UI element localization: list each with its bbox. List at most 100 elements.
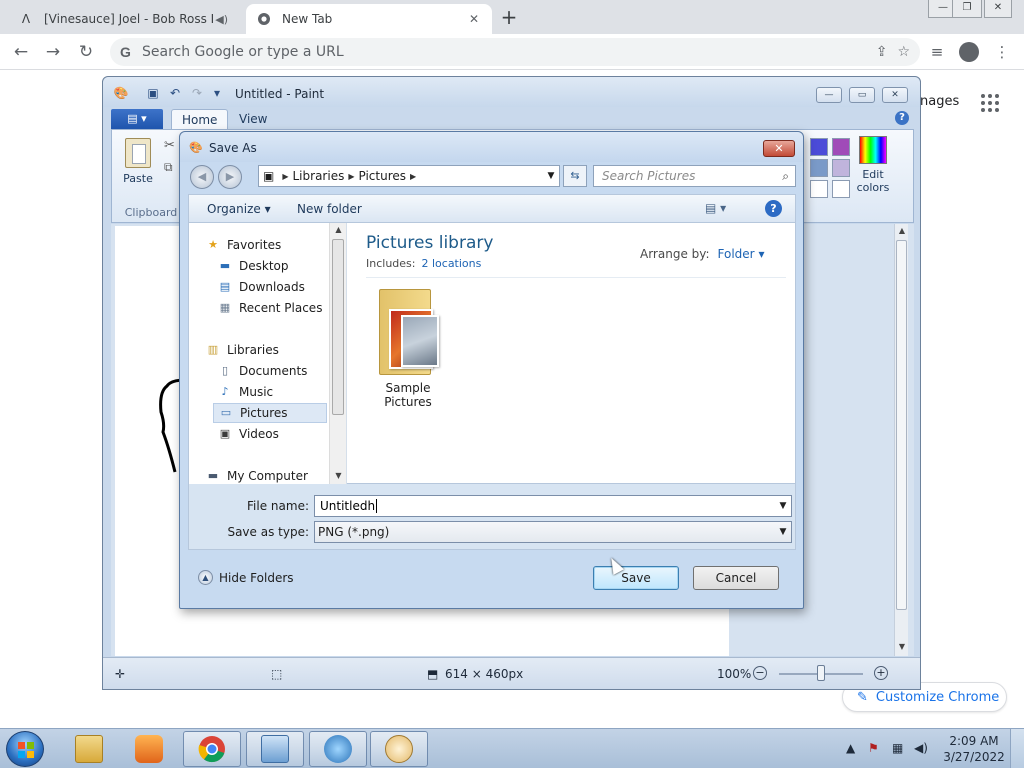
- chevron-up-icon: ▲: [198, 570, 213, 585]
- close-icon[interactable]: ✕: [984, 0, 1012, 18]
- images-link[interactable]: nages: [920, 94, 959, 109]
- hide-folders-button[interactable]: ▲ Hide Folders: [198, 570, 294, 585]
- paint-close-icon[interactable]: ✕: [882, 87, 908, 103]
- forward-arrow-icon[interactable]: →: [42, 41, 64, 63]
- pictures-folder-icon: [375, 287, 441, 377]
- scrollbar-thumb[interactable]: [332, 239, 344, 415]
- scrollbar-thumb[interactable]: [896, 240, 907, 610]
- kebab-menu-icon[interactable]: ⋮: [992, 42, 1012, 62]
- edit-colors-button[interactable]: Edit colors: [856, 136, 890, 194]
- forward-arrow-icon[interactable]: ▶: [218, 165, 242, 189]
- chevron-down-icon[interactable]: ▼: [543, 171, 559, 181]
- google-apps-icon[interactable]: [981, 94, 999, 112]
- color-swatch[interactable]: [810, 159, 828, 177]
- save-button[interactable]: Save: [593, 566, 679, 590]
- show-hidden-icons-icon[interactable]: ▲: [846, 741, 855, 755]
- share-icon[interactable]: ⇪: [876, 44, 888, 60]
- tab-home[interactable]: Home: [171, 109, 229, 129]
- volume-icon[interactable]: ◀): [914, 741, 928, 755]
- tab-view[interactable]: View: [229, 109, 277, 129]
- save-as-type-select[interactable]: PNG (*.png) ▼: [314, 521, 792, 543]
- breadcrumb-separator-icon[interactable]: ▶: [282, 172, 288, 181]
- taskbar-control-panel[interactable]: [246, 731, 304, 767]
- folder-item[interactable]: Sample Pictures: [362, 287, 454, 409]
- arrange-by-dropdown[interactable]: Folder ▾: [718, 247, 765, 261]
- scroll-down-icon[interactable]: ▼: [330, 471, 347, 480]
- search-input[interactable]: Search Pictures ⌕: [593, 165, 796, 187]
- paste-button[interactable]: Paste: [118, 136, 158, 192]
- scroll-down-icon[interactable]: ▼: [895, 642, 909, 651]
- taskbar-network[interactable]: [309, 731, 367, 767]
- navigation-scrollbar[interactable]: ▲ ▼: [329, 223, 346, 485]
- cancel-button[interactable]: Cancel: [693, 566, 779, 590]
- breadcrumb-separator-icon[interactable]: ▶: [348, 172, 354, 181]
- scroll-up-icon[interactable]: ▲: [330, 225, 347, 234]
- cut-icon[interactable]: ✂: [164, 138, 175, 153]
- clock-time[interactable]: 2:09 AM: [947, 734, 1001, 748]
- taskbar-paint[interactable]: [370, 731, 428, 767]
- filename-input[interactable]: Untitledh ▼: [314, 495, 792, 517]
- action-center-icon[interactable]: ⚑: [868, 741, 879, 755]
- start-button[interactable]: [6, 731, 44, 767]
- locations-link[interactable]: 2 locations: [421, 257, 481, 270]
- restore-icon[interactable]: ❐: [952, 0, 982, 18]
- omnibox[interactable]: G Search Google or type a URL ⇪ ☆: [110, 38, 920, 66]
- back-arrow-icon[interactable]: ◀: [190, 165, 214, 189]
- paint-menu-button[interactable]: ▤ ▾: [111, 109, 163, 129]
- color-swatch[interactable]: [832, 138, 850, 156]
- paint-maximize-icon[interactable]: ▭: [849, 87, 875, 103]
- paint-minimize-icon[interactable]: —: [816, 87, 842, 103]
- refresh-icon[interactable]: ⇆: [563, 165, 587, 187]
- paint-titlebar: 🎨 ▣ ↶ ↷ ▾ Untitled - Paint — ▭ ✕: [103, 77, 920, 107]
- show-desktop-button[interactable]: [1010, 729, 1024, 768]
- undo-icon[interactable]: ↶: [167, 86, 183, 100]
- redo-icon[interactable]: ↷: [189, 86, 205, 100]
- tab-vinesauce[interactable]: Λ [Vinesauce] Joel - Bob Ross I ◀): [8, 4, 246, 34]
- media-controls-icon[interactable]: ≡: [927, 42, 947, 62]
- taskbar-explorer[interactable]: [60, 731, 118, 767]
- nav-favorites[interactable]: ★ Favorites: [205, 235, 345, 255]
- taskbar-media-player[interactable]: [120, 731, 178, 767]
- nav-pictures[interactable]: ▭ Pictures: [213, 403, 327, 423]
- nav-label: My Computer: [227, 469, 308, 483]
- zoom-in-icon[interactable]: +: [874, 666, 888, 680]
- save-icon[interactable]: ▣: [145, 86, 161, 100]
- color-swatch[interactable]: [810, 180, 828, 198]
- profile-avatar-icon[interactable]: [959, 42, 979, 62]
- dialog-close-button[interactable]: ✕: [763, 140, 795, 157]
- bookmark-star-icon[interactable]: ☆: [897, 44, 910, 60]
- help-icon[interactable]: ?: [765, 200, 782, 217]
- new-folder-button[interactable]: New folder: [297, 202, 362, 216]
- chevron-down-icon[interactable]: ▼: [775, 527, 791, 537]
- selection-size-icon: ⬚: [271, 667, 283, 681]
- nav-libraries[interactable]: ▥ Libraries: [205, 340, 345, 360]
- reload-icon[interactable]: ↻: [75, 41, 97, 63]
- canvas-vertical-scrollbar[interactable]: ▲ ▼: [894, 224, 908, 656]
- copy-icon[interactable]: ⧉: [164, 160, 173, 175]
- speaker-icon[interactable]: ◀): [215, 13, 228, 26]
- scroll-up-icon[interactable]: ▲: [895, 226, 909, 235]
- tab-new-tab[interactable]: New Tab ✕: [246, 4, 492, 34]
- close-tab-icon[interactable]: ✕: [466, 12, 482, 26]
- address-breadcrumb[interactable]: ▣ ▶ Libraries ▶ Pictures ▶ ▼: [258, 165, 560, 187]
- back-arrow-icon[interactable]: ←: [10, 41, 32, 63]
- control-panel-icon: [261, 735, 289, 763]
- change-view-icon[interactable]: ▤ ▾: [705, 201, 726, 215]
- zoom-out-icon[interactable]: −: [753, 666, 767, 680]
- nav-my-computer[interactable]: ▬ My Computer: [205, 466, 345, 486]
- breadcrumb-libraries[interactable]: Libraries: [293, 169, 345, 183]
- chevron-down-icon[interactable]: ▼: [775, 501, 791, 511]
- network-icon[interactable]: ▦: [892, 741, 903, 755]
- color-swatch[interactable]: [832, 180, 850, 198]
- taskbar-chrome[interactable]: [183, 731, 241, 767]
- customize-quick-access-icon[interactable]: ▾: [209, 86, 225, 100]
- color-swatch[interactable]: [810, 138, 828, 156]
- color-swatch[interactable]: [832, 159, 850, 177]
- new-tab-button[interactable]: +: [498, 6, 520, 28]
- paint-help-icon[interactable]: ?: [895, 111, 909, 125]
- zoom-slider-thumb[interactable]: [817, 665, 825, 681]
- organize-menu[interactable]: Organize ▾: [207, 202, 271, 216]
- clock-date[interactable]: 3/27/2022: [943, 750, 1005, 764]
- breadcrumb-pictures[interactable]: Pictures: [358, 169, 406, 183]
- breadcrumb-separator-icon[interactable]: ▶: [410, 172, 416, 181]
